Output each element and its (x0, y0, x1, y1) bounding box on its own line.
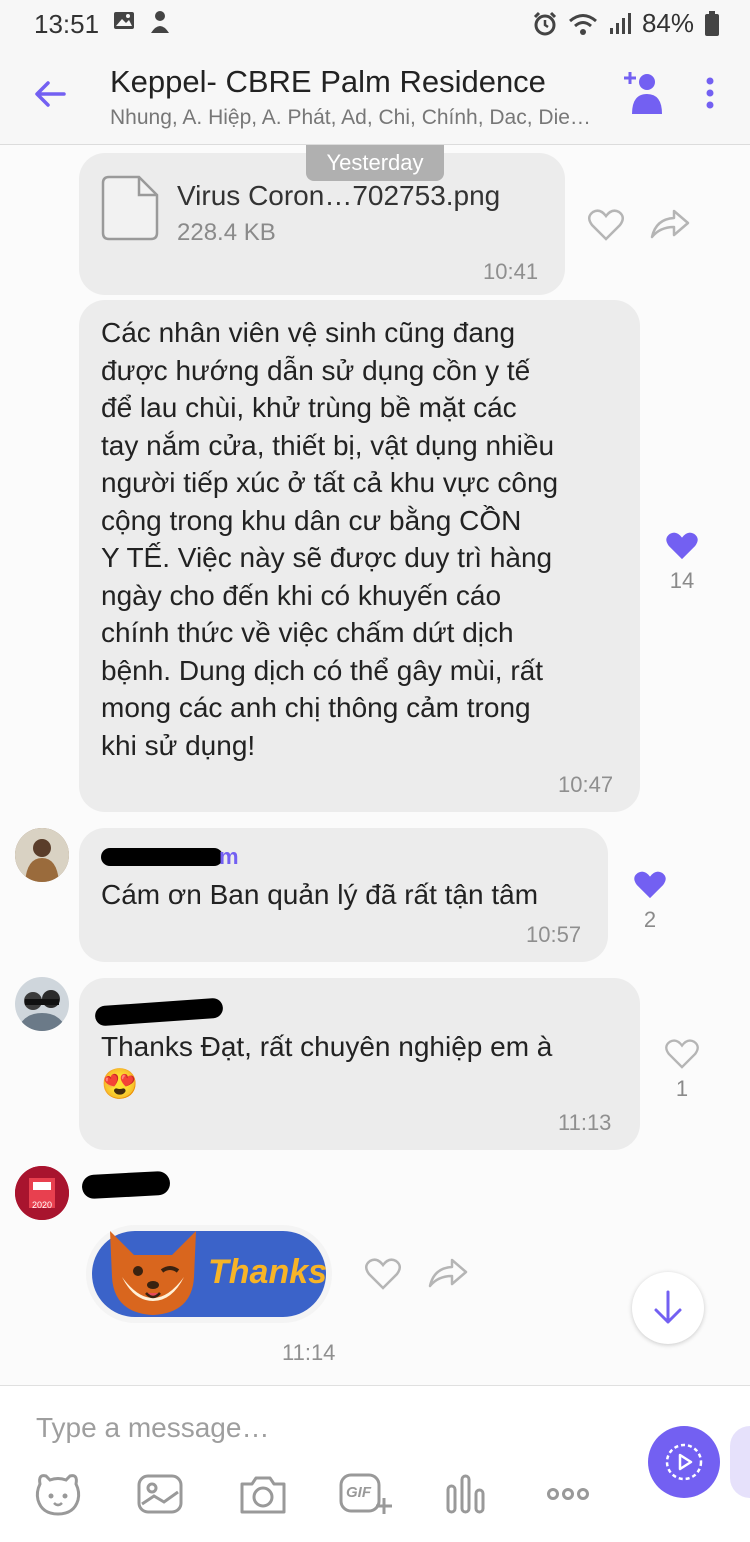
battery-icon (705, 10, 719, 36)
heart-outline-icon (665, 1039, 699, 1069)
message-text: Thanks Đạt, rất chuyên nghiệp em à (101, 1031, 553, 1062)
avatar[interactable]: 2020 (15, 1166, 69, 1220)
like-reaction[interactable]: 1 (662, 1039, 702, 1102)
like-count: 1 (675, 1076, 689, 1101)
battery-percent: 84% (641, 8, 694, 38)
voice-button-edge[interactable] (730, 1426, 750, 1498)
message-input[interactable]: Type a message… (36, 1412, 269, 1444)
like-reaction[interactable]: 14 (662, 531, 702, 594)
avatar-caption: 2020 (31, 1200, 53, 1210)
like-reaction[interactable]: 2 (630, 870, 670, 933)
file-size: 228.4 KB (177, 219, 276, 246)
signal-icon (609, 12, 631, 34)
forward-arrow-icon[interactable] (428, 1258, 468, 1288)
wifi-icon (568, 13, 597, 35)
avatar-photo (15, 1166, 69, 1220)
redacted-sender-name (94, 997, 224, 1027)
sticker-icon[interactable] (34, 1472, 82, 1516)
message-time: 11:14 (282, 1340, 336, 1365)
message-list[interactable]: Virus Coron…702753.png 228.4 KB 10:41 Ye… (0, 145, 750, 1385)
alarm-icon (533, 11, 557, 35)
message-time: 10:57 (526, 922, 582, 947)
file-name: Virus Coron…702753.png (177, 180, 501, 211)
day-divider: Yesterday (306, 145, 444, 181)
record-video-button[interactable] (648, 1426, 720, 1498)
gallery-notification-icon (114, 12, 134, 29)
reply-message[interactable]: Thanks Đạt, rất chuyên nghiệp em à 😍 11:… (79, 978, 640, 1150)
like-heart-icon[interactable] (588, 209, 624, 241)
add-participant-icon[interactable] (618, 68, 664, 118)
message-text: Các nhân viên vệ sinh cũng đang được hướ… (101, 317, 559, 761)
composer: Type a message… GIF (0, 1385, 750, 1542)
like-heart-icon[interactable] (365, 1258, 401, 1290)
more-icon[interactable] (546, 1472, 590, 1516)
avatar[interactable] (15, 977, 69, 1031)
gif-button[interactable]: GIF (338, 1472, 392, 1516)
fox-face-icon (110, 1231, 196, 1315)
chat-title[interactable]: Keppel- CBRE Palm Residence (110, 64, 546, 100)
like-count: 14 (669, 568, 695, 593)
gallery-icon[interactable] (136, 1472, 184, 1516)
reply-message[interactable]: m Cám ơn Ban quản lý đã rất tận tâm 10:5… (79, 828, 608, 962)
heart-filled-icon (634, 871, 666, 899)
sticker-text: Thanks (208, 1253, 328, 1291)
emoji: 😍 (101, 1068, 139, 1101)
scroll-to-bottom-button[interactable] (632, 1272, 704, 1344)
message-text: Cám ơn Ban quản lý đã rất tận tâm (101, 879, 539, 910)
back-arrow-icon[interactable] (32, 76, 68, 112)
app-notification-icon (151, 11, 169, 33)
status-bar: 13:51 84% (0, 0, 750, 46)
avatar-photo (15, 828, 69, 882)
sender-name-visible: m (219, 844, 239, 869)
video-message-icon (665, 1443, 703, 1481)
heart-filled-icon (666, 532, 698, 560)
participants-list[interactable]: Nhung, A. Hiệp, A. Phát, Ad, Chi, Chính,… (110, 106, 590, 130)
redacted-sender-name (81, 1170, 171, 1200)
file-icon (101, 175, 159, 241)
status-time: 13:51 (34, 9, 100, 39)
message-time: 10:41 (483, 259, 539, 284)
message-time: 11:13 (558, 1110, 612, 1135)
arrow-down-icon (654, 1290, 682, 1324)
camera-icon[interactable] (238, 1472, 288, 1516)
avatar[interactable] (15, 828, 69, 882)
chat-header: Keppel- CBRE Palm Residence Nhung, A. Hi… (0, 46, 750, 145)
poll-icon[interactable] (444, 1472, 488, 1516)
status-right: 84% (532, 8, 720, 39)
gif-label: GIF (346, 1484, 371, 1501)
more-options-icon[interactable] (703, 76, 717, 110)
message-time: 10:47 (558, 772, 614, 797)
avatar-photo (15, 977, 69, 1031)
sticker[interactable]: Thanks (86, 1217, 334, 1331)
notification-icons (112, 9, 172, 35)
like-count: 2 (643, 907, 657, 932)
redacted-sender-name (101, 848, 223, 866)
forward-arrow-icon[interactable] (650, 209, 690, 239)
announcement-message[interactable]: Các nhân viên vệ sinh cũng đang được hướ… (79, 300, 640, 812)
